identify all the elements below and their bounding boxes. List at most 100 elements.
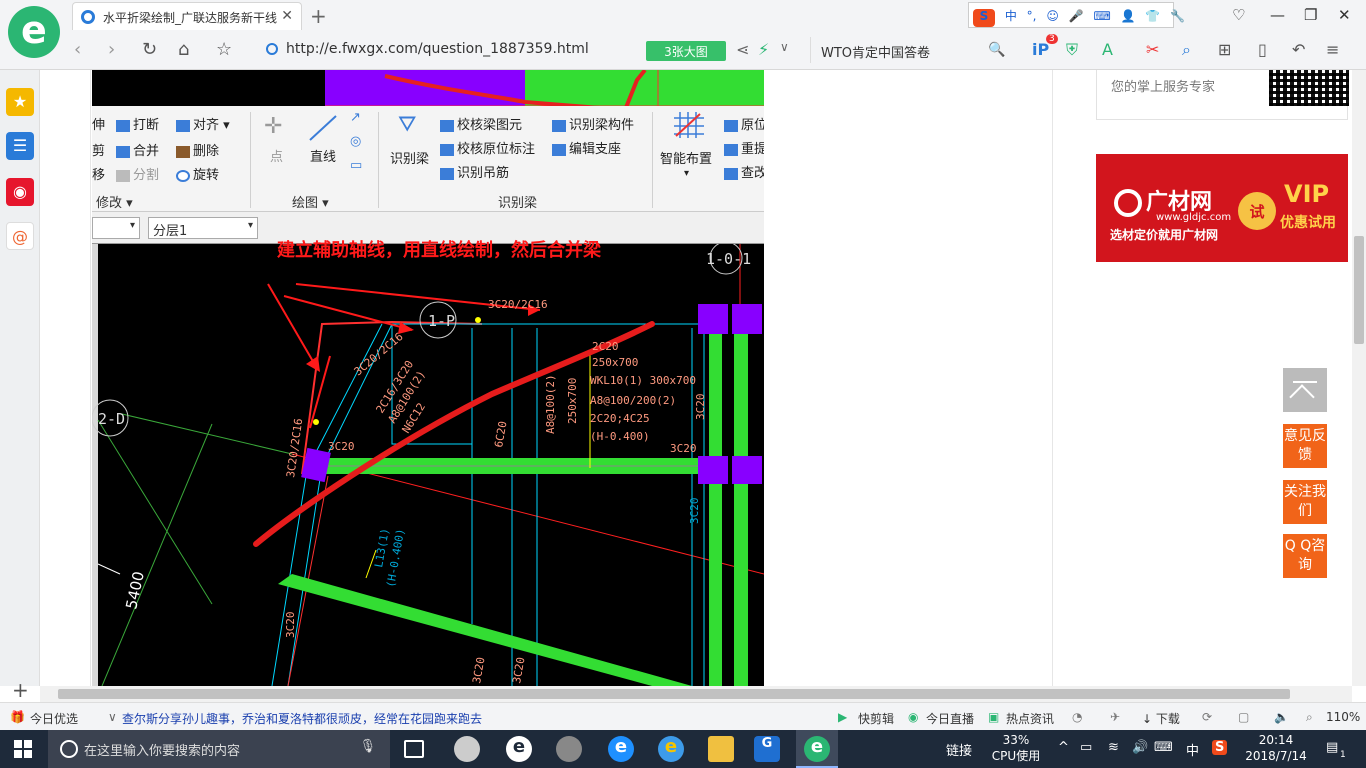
circle-icon[interactable]: ◎ [350, 134, 361, 149]
ribbon-extend[interactable]: 伸 [92, 114, 105, 133]
browser-e-icon[interactable]: e [506, 736, 532, 762]
skin-icon[interactable]: 👕 [1145, 9, 1160, 23]
delete-button[interactable]: 删除 [176, 140, 219, 159]
app-download-card[interactable]: 您的掌上服务专家 [1096, 70, 1349, 120]
microphone-icon[interactable]: 🎙 [359, 739, 376, 754]
feedback-button[interactable]: 意见反馈 [1283, 424, 1327, 468]
news-ticker[interactable]: 查尔斯分享孙儿趣事，乔治和夏洛特都很顽皮，经常在花园跑来跑去 [122, 710, 482, 727]
reload-icon[interactable]: ⟳ [1202, 710, 1212, 724]
cad-canvas[interactable]: 1-P 2-D 1-0-1 5400 3C20/2C16 3C20/2C16 3… [92, 244, 764, 686]
chevron-down-icon[interactable]: ∨ [780, 40, 789, 54]
qq-consult-button[interactable]: Q Q咨询 [1283, 534, 1327, 578]
group-modify-label[interactable]: 修改 ▾ [96, 192, 133, 211]
search-icon[interactable]: 🔍 [988, 42, 1005, 58]
group-recognize-label[interactable]: 识别梁 [498, 192, 537, 211]
favorites-icon[interactable]: ★ [6, 88, 34, 116]
refresh-button[interactable]: ↻ [142, 39, 157, 60]
system-clock[interactable]: 20:14 2018/7/14 [1244, 732, 1308, 764]
image-count-button[interactable]: 3张大图 [646, 41, 726, 61]
favorite-button[interactable]: ☆ [216, 39, 232, 60]
arc-icon[interactable]: ↗ [350, 110, 361, 125]
draw-point-label[interactable]: 点 [270, 146, 283, 165]
forward-button[interactable]: › [108, 39, 115, 60]
group-draw-label[interactable]: 绘图 ▾ [292, 192, 329, 211]
list-icon[interactable]: ☰ [6, 132, 34, 160]
pin-icon[interactable]: ♡ [1232, 6, 1245, 24]
rotate-button[interactable]: 旋转 [176, 164, 219, 183]
horizontal-scrollbar[interactable] [40, 686, 1352, 702]
split-button[interactable]: 分割 [116, 164, 159, 183]
ip-icon[interactable]: iP [1032, 40, 1049, 59]
sogou-tray-icon[interactable]: S [1212, 740, 1228, 755]
vertical-scrollbar[interactable] [1352, 70, 1366, 686]
quick-cut-link[interactable]: 快剪辑 [858, 710, 894, 727]
check-inplace-button[interactable]: 校核原位标注 [440, 138, 535, 157]
settings-icon[interactable]: 🔧 [1170, 9, 1185, 23]
recognize-component-button[interactable]: 识别梁构件 [552, 114, 634, 133]
smart-layout-icon[interactable] [672, 110, 706, 140]
shield-icon[interactable]: ⛨ [1066, 40, 1078, 60]
download-link[interactable]: ↓ 下载 [1142, 710, 1180, 727]
horizontal-scroll-thumb[interactable] [58, 689, 1290, 699]
chevron-down-icon[interactable]: ∨ [108, 710, 117, 724]
battery-icon[interactable]: ▭ [1080, 740, 1092, 755]
vertical-scroll-thumb[interactable] [1354, 236, 1364, 344]
mail-icon[interactable]: @ [6, 222, 34, 250]
live-link[interactable]: 今日直播 [926, 710, 974, 727]
today-pick-link[interactable]: 今日优选 [30, 710, 78, 727]
volume-icon[interactable]: 🔊 [1132, 740, 1148, 755]
recognize-beam-button[interactable]: 识别梁 [390, 148, 429, 167]
lightning-icon[interactable]: ⚡ [758, 40, 769, 59]
reextract-button[interactable]: 重提 [724, 138, 764, 157]
glodon-icon[interactable]: G [754, 736, 780, 762]
task-view-icon[interactable] [404, 740, 424, 758]
weibo-icon[interactable]: ◉ [6, 178, 34, 206]
keyboard-icon[interactable]: ⌨ [1093, 9, 1110, 23]
close-window-button[interactable]: ✕ [1338, 6, 1351, 24]
speed-icon[interactable]: ◔ [1072, 710, 1082, 724]
apps-icon[interactable]: ⊞ [1218, 40, 1231, 59]
window-icon[interactable]: ▢ [1238, 710, 1249, 724]
back-to-top-button[interactable] [1283, 368, 1327, 412]
follow-us-button[interactable]: 关注我们 [1283, 480, 1327, 524]
chevron-down-icon[interactable]: ▾ [684, 168, 689, 179]
line-icon[interactable] [306, 112, 340, 144]
file-explorer-icon[interactable] [708, 736, 734, 762]
draw-line-label[interactable]: 直线 [310, 146, 336, 165]
new-tab-button[interactable]: + [310, 4, 327, 28]
tab-close-icon[interactable]: ✕ [281, 8, 293, 24]
notification-icon[interactable]: ▤ [1326, 740, 1338, 755]
edit-support-button[interactable]: 编辑支座 [552, 138, 621, 157]
ribbon-move[interactable]: 移 [92, 164, 105, 183]
ribbon-trim[interactable]: 剪 [92, 140, 105, 159]
browser-logo-icon[interactable] [8, 6, 60, 58]
scissors-icon[interactable]: ✂ [1146, 40, 1159, 59]
cpu-meter[interactable]: 33% CPU使用 [990, 732, 1042, 764]
keyboard-icon[interactable]: ⌨ [1154, 740, 1173, 755]
zoom-icon[interactable]: ⌕ [1306, 710, 1313, 725]
ime-toolbar[interactable]: S 中 °, ☺ 🎤 ⌨ 👤 👕 🔧 [968, 2, 1185, 28]
rect-icon[interactable]: ▭ [350, 158, 362, 173]
sound-icon[interactable]: 🔈 [1274, 710, 1289, 724]
taskbar-search-input[interactable]: 在这里输入你要搜索的内容 🎙 [48, 730, 390, 768]
zoom-level[interactable]: 110% [1326, 710, 1360, 724]
tab-active[interactable]: 水平折梁绘制_广联达服务新干线 ✕ [72, 2, 302, 30]
ime-language[interactable]: 中 [1005, 9, 1017, 23]
microphone-icon[interactable]: 🎤 [1069, 9, 1084, 23]
links-toolbar[interactable]: 链接 [946, 740, 972, 759]
app-swirl-icon[interactable] [556, 736, 582, 762]
share-icon[interactable]: ⋖ [736, 40, 749, 59]
emoji-icon[interactable]: ☺ [1046, 9, 1059, 23]
add-sidebar-icon[interactable]: + [12, 678, 29, 702]
back-button[interactable]: ‹ [74, 39, 81, 60]
menu-icon[interactable]: ≡ [1326, 40, 1339, 59]
home-button[interactable]: ⌂ [178, 39, 189, 60]
floor-select[interactable] [92, 217, 140, 239]
tool-icon[interactable]: ✈ [1110, 710, 1120, 724]
magnifier-icon[interactable]: ⌕ [1182, 40, 1191, 60]
ime-punct[interactable]: °, [1027, 9, 1037, 23]
translate-icon[interactable]: A [1102, 40, 1113, 59]
inplace-button[interactable]: 原位 [724, 114, 764, 133]
search-input[interactable]: WTO肯定中国答卷 [810, 37, 1010, 63]
undo-icon[interactable]: ↶ [1292, 40, 1305, 59]
